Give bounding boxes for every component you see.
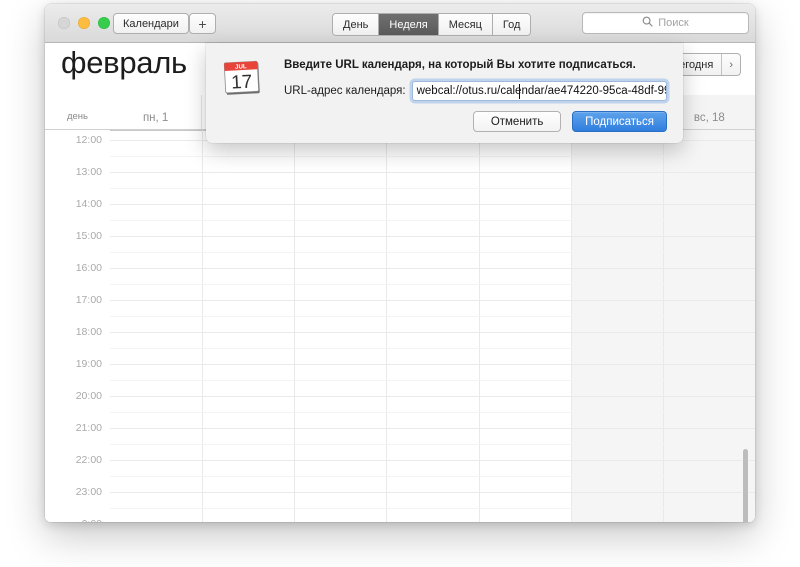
- zoom-button[interactable]: [98, 17, 110, 29]
- add-event-button[interactable]: +: [189, 13, 216, 34]
- tab-day[interactable]: День: [333, 14, 380, 35]
- hour-gridline: [110, 460, 755, 461]
- subscribe-button-label: Подписаться: [585, 115, 654, 128]
- hour-gridline: [110, 428, 755, 429]
- desktop-background: Календари + День Неделя Месяц Год Поиск …: [0, 0, 800, 567]
- hour-gridline: [110, 492, 755, 493]
- tab-week[interactable]: Неделя: [379, 14, 439, 35]
- day-column-header-label: пн, 1: [142, 112, 169, 124]
- search-placeholder: Поиск: [658, 17, 689, 29]
- text-caret: [518, 84, 520, 99]
- tab-year-label: Год: [502, 18, 521, 31]
- plus-icon: +: [198, 15, 207, 32]
- close-button[interactable]: [58, 17, 70, 29]
- calendar-app-icon: JUL 17: [221, 56, 265, 100]
- window-toolbar: Календари + День Неделя Месяц Год Поиск: [45, 4, 755, 43]
- time-label: 22:00: [75, 454, 102, 466]
- calendar-url-input[interactable]: webcal://otus.ru/calendar/ae474220-95ca-…: [411, 81, 667, 101]
- hour-gridline: [110, 332, 755, 333]
- half-hour-gridline: [110, 476, 755, 477]
- vertical-scrollbar[interactable]: [742, 448, 749, 522]
- half-hour-gridline: [110, 188, 755, 189]
- traffic-light-group: [58, 17, 110, 29]
- tab-week-label: Неделя: [389, 18, 428, 31]
- hour-gridline: [110, 300, 755, 301]
- minimize-button[interactable]: [78, 17, 90, 29]
- next-week-button[interactable]: ›: [722, 54, 740, 75]
- calendar-url-value: webcal://otus.ru/calendar/ae474220-95ca-…: [416, 85, 667, 97]
- hour-gridline: [110, 172, 755, 173]
- half-hour-gridline: [110, 220, 755, 221]
- half-hour-gridline: [110, 316, 755, 317]
- subscribe-calendar-dialog: JUL 17 Введите URL календаря, на который…: [206, 43, 683, 143]
- calendar-window: Календари + День Неделя Месяц Год Поиск …: [45, 4, 755, 522]
- allday-label: день: [66, 111, 89, 122]
- svg-text:JUL: JUL: [235, 63, 247, 71]
- search-input[interactable]: Поиск: [582, 12, 749, 34]
- search-icon: [642, 14, 653, 32]
- half-hour-gridline: [110, 156, 755, 157]
- hour-gridline: [110, 396, 755, 397]
- hour-gridline: [110, 364, 755, 365]
- half-hour-gridline: [110, 348, 755, 349]
- half-hour-gridline: [110, 412, 755, 413]
- time-label: 18:00: [75, 326, 102, 338]
- calendar-grid[interactable]: 12:00 13:00 14:00 15:00 16:00 17:00 18:00 19:00…: [45, 130, 755, 522]
- day-column-header-label: вс, 18: [693, 112, 725, 124]
- time-label: 14:00: [75, 198, 102, 210]
- cancel-button[interactable]: Отменить: [473, 111, 562, 132]
- tab-month[interactable]: Месяц: [438, 14, 493, 35]
- half-hour-gridline: [110, 252, 755, 253]
- time-label: 17:00: [75, 294, 102, 306]
- time-label: 0:00: [82, 518, 102, 522]
- cancel-button-label: Отменить: [490, 115, 544, 128]
- time-label: 12:00: [75, 134, 102, 146]
- tab-day-label: День: [343, 18, 369, 31]
- hour-gridline: [110, 204, 755, 205]
- calendars-button-label: Календари: [123, 17, 179, 30]
- half-hour-gridline: [110, 444, 755, 445]
- time-label: 23:00: [75, 486, 102, 498]
- tab-year[interactable]: Год: [492, 14, 531, 35]
- view-segmented-control[interactable]: День Неделя Месяц Год: [332, 13, 532, 36]
- dialog-message: Введите URL календаря, на который Вы хот…: [284, 59, 636, 71]
- url-field-row: URL-адрес календаря: webcal://otus.ru/ca…: [284, 81, 667, 101]
- half-hour-gridline: [110, 284, 755, 285]
- hour-gridline: [110, 268, 755, 269]
- url-field-label: URL-адрес календаря:: [284, 85, 406, 97]
- calendars-button[interactable]: Календари: [113, 13, 189, 34]
- subscribe-button[interactable]: Подписаться: [572, 111, 667, 132]
- time-gutter: 12:00 13:00 14:00 15:00 16:00 17:00 18:00 19:00…: [45, 130, 110, 522]
- hour-gridline: [110, 236, 755, 237]
- time-label: 19:00: [75, 358, 102, 370]
- grid-columns-area[interactable]: [110, 130, 755, 522]
- half-hour-gridline: [110, 508, 755, 509]
- time-label: 13:00: [75, 166, 102, 178]
- tab-month-label: Месяц: [448, 18, 482, 31]
- day-column-header[interactable]: пн, 1: [110, 95, 201, 129]
- time-label: 20:00: [75, 390, 102, 402]
- chevron-right-icon: ›: [729, 58, 733, 71]
- time-label: 16:00: [75, 262, 102, 274]
- time-label: 21:00: [75, 422, 102, 434]
- svg-text:17: 17: [231, 72, 253, 94]
- dialog-button-row: Отменить Подписаться: [473, 111, 667, 132]
- half-hour-gridline: [110, 380, 755, 381]
- time-label: 15:00: [75, 230, 102, 242]
- page-title: февраль: [61, 45, 187, 80]
